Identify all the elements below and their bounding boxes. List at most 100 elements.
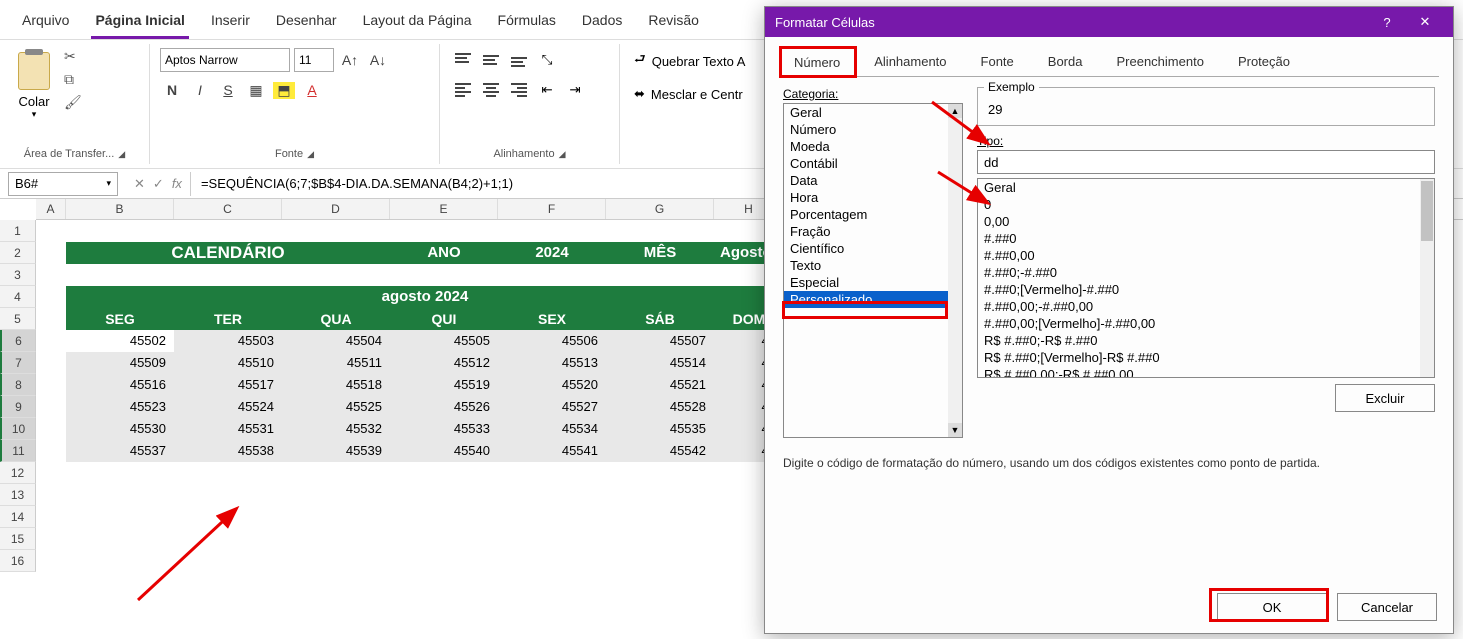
row-header[interactable]: 5 (0, 308, 36, 330)
cell[interactable]: 45527 (498, 396, 606, 418)
dialog-tab-preenchimento[interactable]: Preenchimento (1101, 47, 1218, 76)
category-item[interactable]: Contábil (784, 155, 962, 172)
scroll-up-icon[interactable]: ▲ (948, 104, 962, 118)
row-header[interactable]: 4 (0, 286, 36, 308)
cell[interactable]: 45507 (606, 330, 714, 352)
font-color-button[interactable]: A (300, 78, 324, 102)
cell[interactable]: 45540 (390, 440, 498, 462)
orientation-icon[interactable]: ⤡ (534, 48, 560, 72)
cell[interactable]: 45541 (498, 440, 606, 462)
type-item[interactable]: 0,00 (978, 213, 1434, 230)
close-icon[interactable]: ✕ (1407, 8, 1443, 36)
scrollbar-thumb[interactable] (1421, 181, 1433, 241)
type-item[interactable]: #.##0,00;-#.##0,00 (978, 298, 1434, 315)
ok-button[interactable]: OK (1217, 593, 1327, 621)
type-item[interactable]: #.##0;-#.##0 (978, 264, 1434, 281)
align-middle-icon[interactable] (478, 48, 504, 72)
cell[interactable] (36, 528, 66, 550)
help-icon[interactable]: ? (1369, 8, 1405, 36)
category-item[interactable]: Texto (784, 257, 962, 274)
align-center-icon[interactable] (478, 78, 504, 102)
tab-layout[interactable]: Layout da Página (359, 8, 476, 39)
dialog-tab-borda[interactable]: Borda (1033, 47, 1098, 76)
cell[interactable]: 45539 (282, 440, 390, 462)
row-header[interactable]: 9 (0, 396, 36, 418)
decrease-indent-icon[interactable]: ⇤ (534, 78, 560, 102)
paste-button[interactable]: Colar ▾ (10, 48, 58, 124)
row-header[interactable]: 6 (0, 330, 36, 352)
cell[interactable]: 45514 (606, 352, 714, 374)
row-header[interactable]: 2 (0, 242, 36, 264)
italic-button[interactable]: I (188, 78, 212, 102)
category-item[interactable]: Moeda (784, 138, 962, 155)
cancel-formula-icon[interactable]: ✕ (134, 176, 145, 192)
cell[interactable] (36, 506, 66, 528)
cell[interactable]: 45530 (66, 418, 174, 440)
name-box[interactable]: B6# ▾ (8, 172, 118, 196)
cell[interactable]: 45534 (498, 418, 606, 440)
cancel-button[interactable]: Cancelar (1337, 593, 1437, 621)
column-header[interactable]: C (174, 199, 282, 219)
copy-icon[interactable]: ⧉ (64, 71, 82, 88)
cell[interactable]: MÊS (606, 242, 714, 264)
excluir-button[interactable]: Excluir (1335, 384, 1435, 412)
type-item[interactable]: R$ #.##0;[Vermelho]-R$ #.##0 (978, 349, 1434, 366)
cell[interactable] (36, 286, 66, 308)
scroll-down-icon[interactable]: ▼ (948, 423, 962, 437)
column-header[interactable]: A (36, 199, 66, 219)
cell[interactable]: TER (174, 308, 282, 330)
type-item[interactable]: 0 (978, 196, 1434, 213)
scissors-icon[interactable]: ✂ (64, 48, 82, 65)
cell[interactable] (36, 330, 66, 352)
row-header[interactable]: 11 (0, 440, 36, 462)
cell[interactable]: 45538 (174, 440, 282, 462)
align-bottom-icon[interactable] (506, 48, 532, 72)
cell[interactable]: CALENDÁRIO (66, 242, 390, 264)
tab-pagina-inicial[interactable]: Página Inicial (91, 8, 188, 39)
cell[interactable]: 45521 (606, 374, 714, 396)
align-top-icon[interactable] (450, 48, 476, 72)
cell[interactable] (36, 396, 66, 418)
cell[interactable] (36, 220, 66, 242)
type-item[interactable]: #.##0,00;[Vermelho]-#.##0,00 (978, 315, 1434, 332)
cell[interactable]: QUA (282, 308, 390, 330)
categoria-list[interactable]: GeralNúmeroMoedaContábilDataHoraPorcenta… (783, 103, 963, 438)
type-item[interactable]: R$ #.##0;-R$ #.##0 (978, 332, 1434, 349)
category-item[interactable]: Porcentagem (784, 206, 962, 223)
format-painter-icon[interactable]: 🖌 (64, 94, 82, 111)
dialog-tab-fonte[interactable]: Fonte (966, 47, 1029, 76)
cell[interactable]: 45509 (66, 352, 174, 374)
cell[interactable]: 45542 (606, 440, 714, 462)
cell[interactable]: 45532 (282, 418, 390, 440)
tab-formulas[interactable]: Fórmulas (494, 8, 560, 39)
cell[interactable]: 45526 (390, 396, 498, 418)
tipo-list[interactable]: Geral00,00#.##0#.##0,00#.##0;-#.##0#.##0… (977, 178, 1435, 378)
dialog-tab-numero[interactable]: Número (779, 48, 855, 77)
dialog-tab-protecao[interactable]: Proteção (1223, 47, 1305, 76)
tipo-input[interactable] (977, 150, 1435, 174)
column-header[interactable]: B (66, 199, 174, 219)
cell[interactable]: 45528 (606, 396, 714, 418)
confirm-formula-icon[interactable]: ✓ (153, 176, 164, 192)
increase-font-icon[interactable]: A↑ (338, 48, 362, 72)
column-header[interactable]: G (606, 199, 714, 219)
column-header[interactable]: E (390, 199, 498, 219)
row-header[interactable]: 3 (0, 264, 36, 286)
font-name-input[interactable] (160, 48, 290, 72)
cell[interactable]: 45503 (174, 330, 282, 352)
cell[interactable]: 45516 (66, 374, 174, 396)
cell[interactable] (36, 242, 66, 264)
row-header[interactable]: 14 (0, 506, 36, 528)
row-header[interactable]: 7 (0, 352, 36, 374)
row-header[interactable]: 1 (0, 220, 36, 242)
cell[interactable] (36, 264, 66, 286)
borders-button[interactable]: ▦ (244, 78, 268, 102)
category-item[interactable]: Geral (784, 104, 962, 121)
cell[interactable]: 45537 (66, 440, 174, 462)
align-left-icon[interactable] (450, 78, 476, 102)
font-size-input[interactable] (294, 48, 334, 72)
type-item[interactable]: R$ #.##0,00;-R$ #.##0,00 (978, 366, 1434, 378)
cell[interactable] (66, 462, 822, 484)
type-item[interactable]: #.##0;[Vermelho]-#.##0 (978, 281, 1434, 298)
row-header[interactable]: 15 (0, 528, 36, 550)
